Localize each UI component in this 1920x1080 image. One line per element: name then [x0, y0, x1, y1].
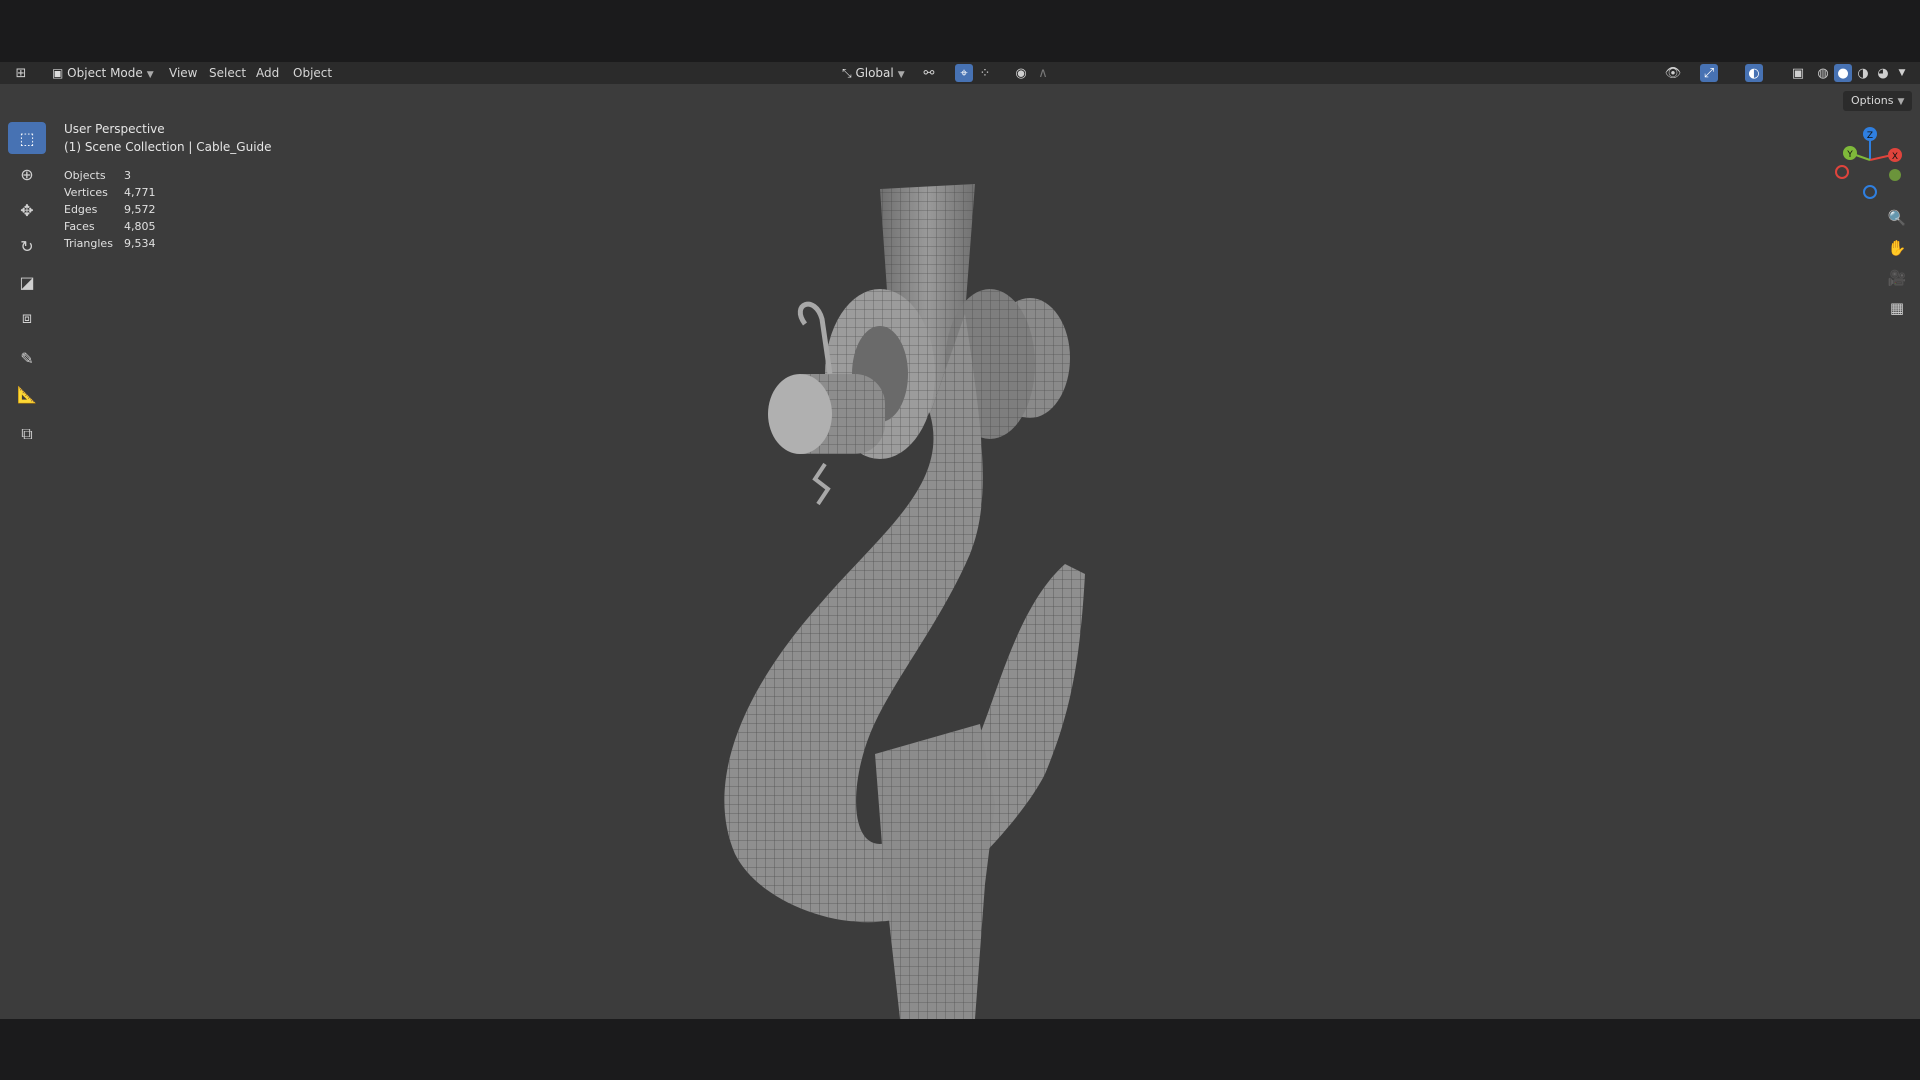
- options-label: Options: [1851, 94, 1894, 107]
- material-shading-icon[interactable]: ◑: [1854, 64, 1872, 82]
- wireframe-shading-icon[interactable]: ◍: [1814, 64, 1832, 82]
- x-axis-label: X: [1892, 152, 1898, 162]
- stat-label: Edges: [64, 203, 98, 216]
- z-axis-label: Z: [1867, 131, 1873, 141]
- options-dropdown[interactable]: Options ▼: [1843, 91, 1913, 111]
- stat-row: Edges 9,572: [64, 201, 156, 218]
- stat-value: 4,771: [124, 186, 156, 199]
- scene-statistics: Objects 3 Vertices 4,771 Edges 9,572 Faces 4…: [64, 167, 156, 252]
- mode-dropdown[interactable]: ▣ Object Mode ▼: [46, 63, 160, 83]
- visibility-icon[interactable]: 👁: [1664, 64, 1682, 82]
- chevron-down-icon: ▼: [146, 70, 154, 80]
- stat-value: 9,572: [124, 203, 156, 216]
- shading-options-chevron-icon[interactable]: ▼: [1893, 64, 1911, 82]
- camera-view-icon[interactable]: 🎥: [1883, 264, 1911, 292]
- menu-select[interactable]: Select: [209, 62, 246, 84]
- neg-z-axis-handle[interactable]: [1863, 185, 1877, 199]
- xray-toggle-icon[interactable]: ▣: [1789, 64, 1807, 82]
- pin-head: [768, 374, 832, 454]
- rendered-shading-icon[interactable]: ◕: [1874, 64, 1892, 82]
- chevron-down-icon: ▼: [1897, 97, 1905, 107]
- menu-object[interactable]: Object: [293, 62, 332, 84]
- overlays-toggle-icon[interactable]: ◐: [1745, 64, 1763, 82]
- move-tool-icon[interactable]: ✥: [8, 194, 46, 226]
- stat-row: Triangles 9,534: [64, 235, 156, 252]
- collection-label: (1) Scene Collection | Cable_Guide: [64, 140, 272, 154]
- neg-y-axis-handle[interactable]: [1889, 169, 1901, 181]
- scale-tool-icon[interactable]: ◪: [8, 266, 46, 298]
- editor-type-icon[interactable]: ⊞: [12, 64, 30, 82]
- chevron-down-icon: ▼: [897, 70, 905, 80]
- pivot-point-icon[interactable]: ⚯: [920, 64, 938, 82]
- ortho-grid-icon[interactable]: ▦: [1883, 294, 1911, 322]
- add-cube-tool-icon[interactable]: ⧉: [8, 418, 46, 450]
- stat-value: 3: [124, 169, 131, 182]
- stat-value: 4,805: [124, 220, 156, 233]
- orientation-icon: ⤡: [842, 66, 852, 80]
- mode-label: Object Mode: [67, 66, 143, 80]
- stat-row: Objects 3: [64, 167, 156, 184]
- menu-view[interactable]: View: [169, 62, 197, 84]
- falloff-icon[interactable]: ∧: [1034, 64, 1052, 82]
- stat-label: Faces: [64, 220, 95, 233]
- zoom-icon[interactable]: 🔍: [1883, 204, 1911, 232]
- cursor-tool-icon[interactable]: ⊕: [8, 158, 46, 190]
- measure-tool-icon[interactable]: 📐: [8, 378, 46, 410]
- orientation-label: Global: [855, 66, 894, 80]
- snap-target-icon[interactable]: ⁘: [976, 64, 994, 82]
- pan-hand-icon[interactable]: ✋: [1883, 234, 1911, 262]
- stat-row: Vertices 4,771: [64, 184, 156, 201]
- rotate-tool-icon[interactable]: ↻: [8, 230, 46, 262]
- object-mode-icon: ▣: [52, 66, 64, 80]
- menu-add[interactable]: Add: [256, 62, 279, 84]
- neg-x-axis-handle[interactable]: [1835, 165, 1849, 179]
- stat-label: Vertices: [64, 186, 108, 199]
- stat-row: Faces 4,805: [64, 218, 156, 235]
- bottom-black-bar: [0, 1019, 1920, 1080]
- stat-value: 9,534: [124, 237, 156, 250]
- transform-orientation-dropdown[interactable]: ⤡ Global ▼: [836, 63, 911, 83]
- transform-tool-icon[interactable]: ⧈: [8, 302, 46, 334]
- y-axis-label: Y: [1846, 150, 1853, 160]
- 3d-viewport[interactable]: [0, 84, 1920, 1019]
- navigation-gizmo[interactable]: Z X Y: [1830, 120, 1910, 205]
- gizmo-toggle-icon[interactable]: ⤢: [1700, 64, 1718, 82]
- stat-label: Triangles: [64, 237, 113, 250]
- view-perspective-label: User Perspective: [64, 122, 165, 136]
- select-box-tool-icon[interactable]: ⬚: [8, 122, 46, 154]
- hook-model: [724, 184, 1085, 1019]
- proportional-edit-icon[interactable]: ◉: [1012, 64, 1030, 82]
- snap-toggle-icon[interactable]: ⌖: [955, 64, 973, 82]
- solid-shading-icon[interactable]: ●: [1834, 64, 1852, 82]
- annotate-tool-icon[interactable]: ✎: [8, 342, 46, 374]
- stat-label: Objects: [64, 169, 106, 182]
- top-black-bar: [0, 0, 1920, 62]
